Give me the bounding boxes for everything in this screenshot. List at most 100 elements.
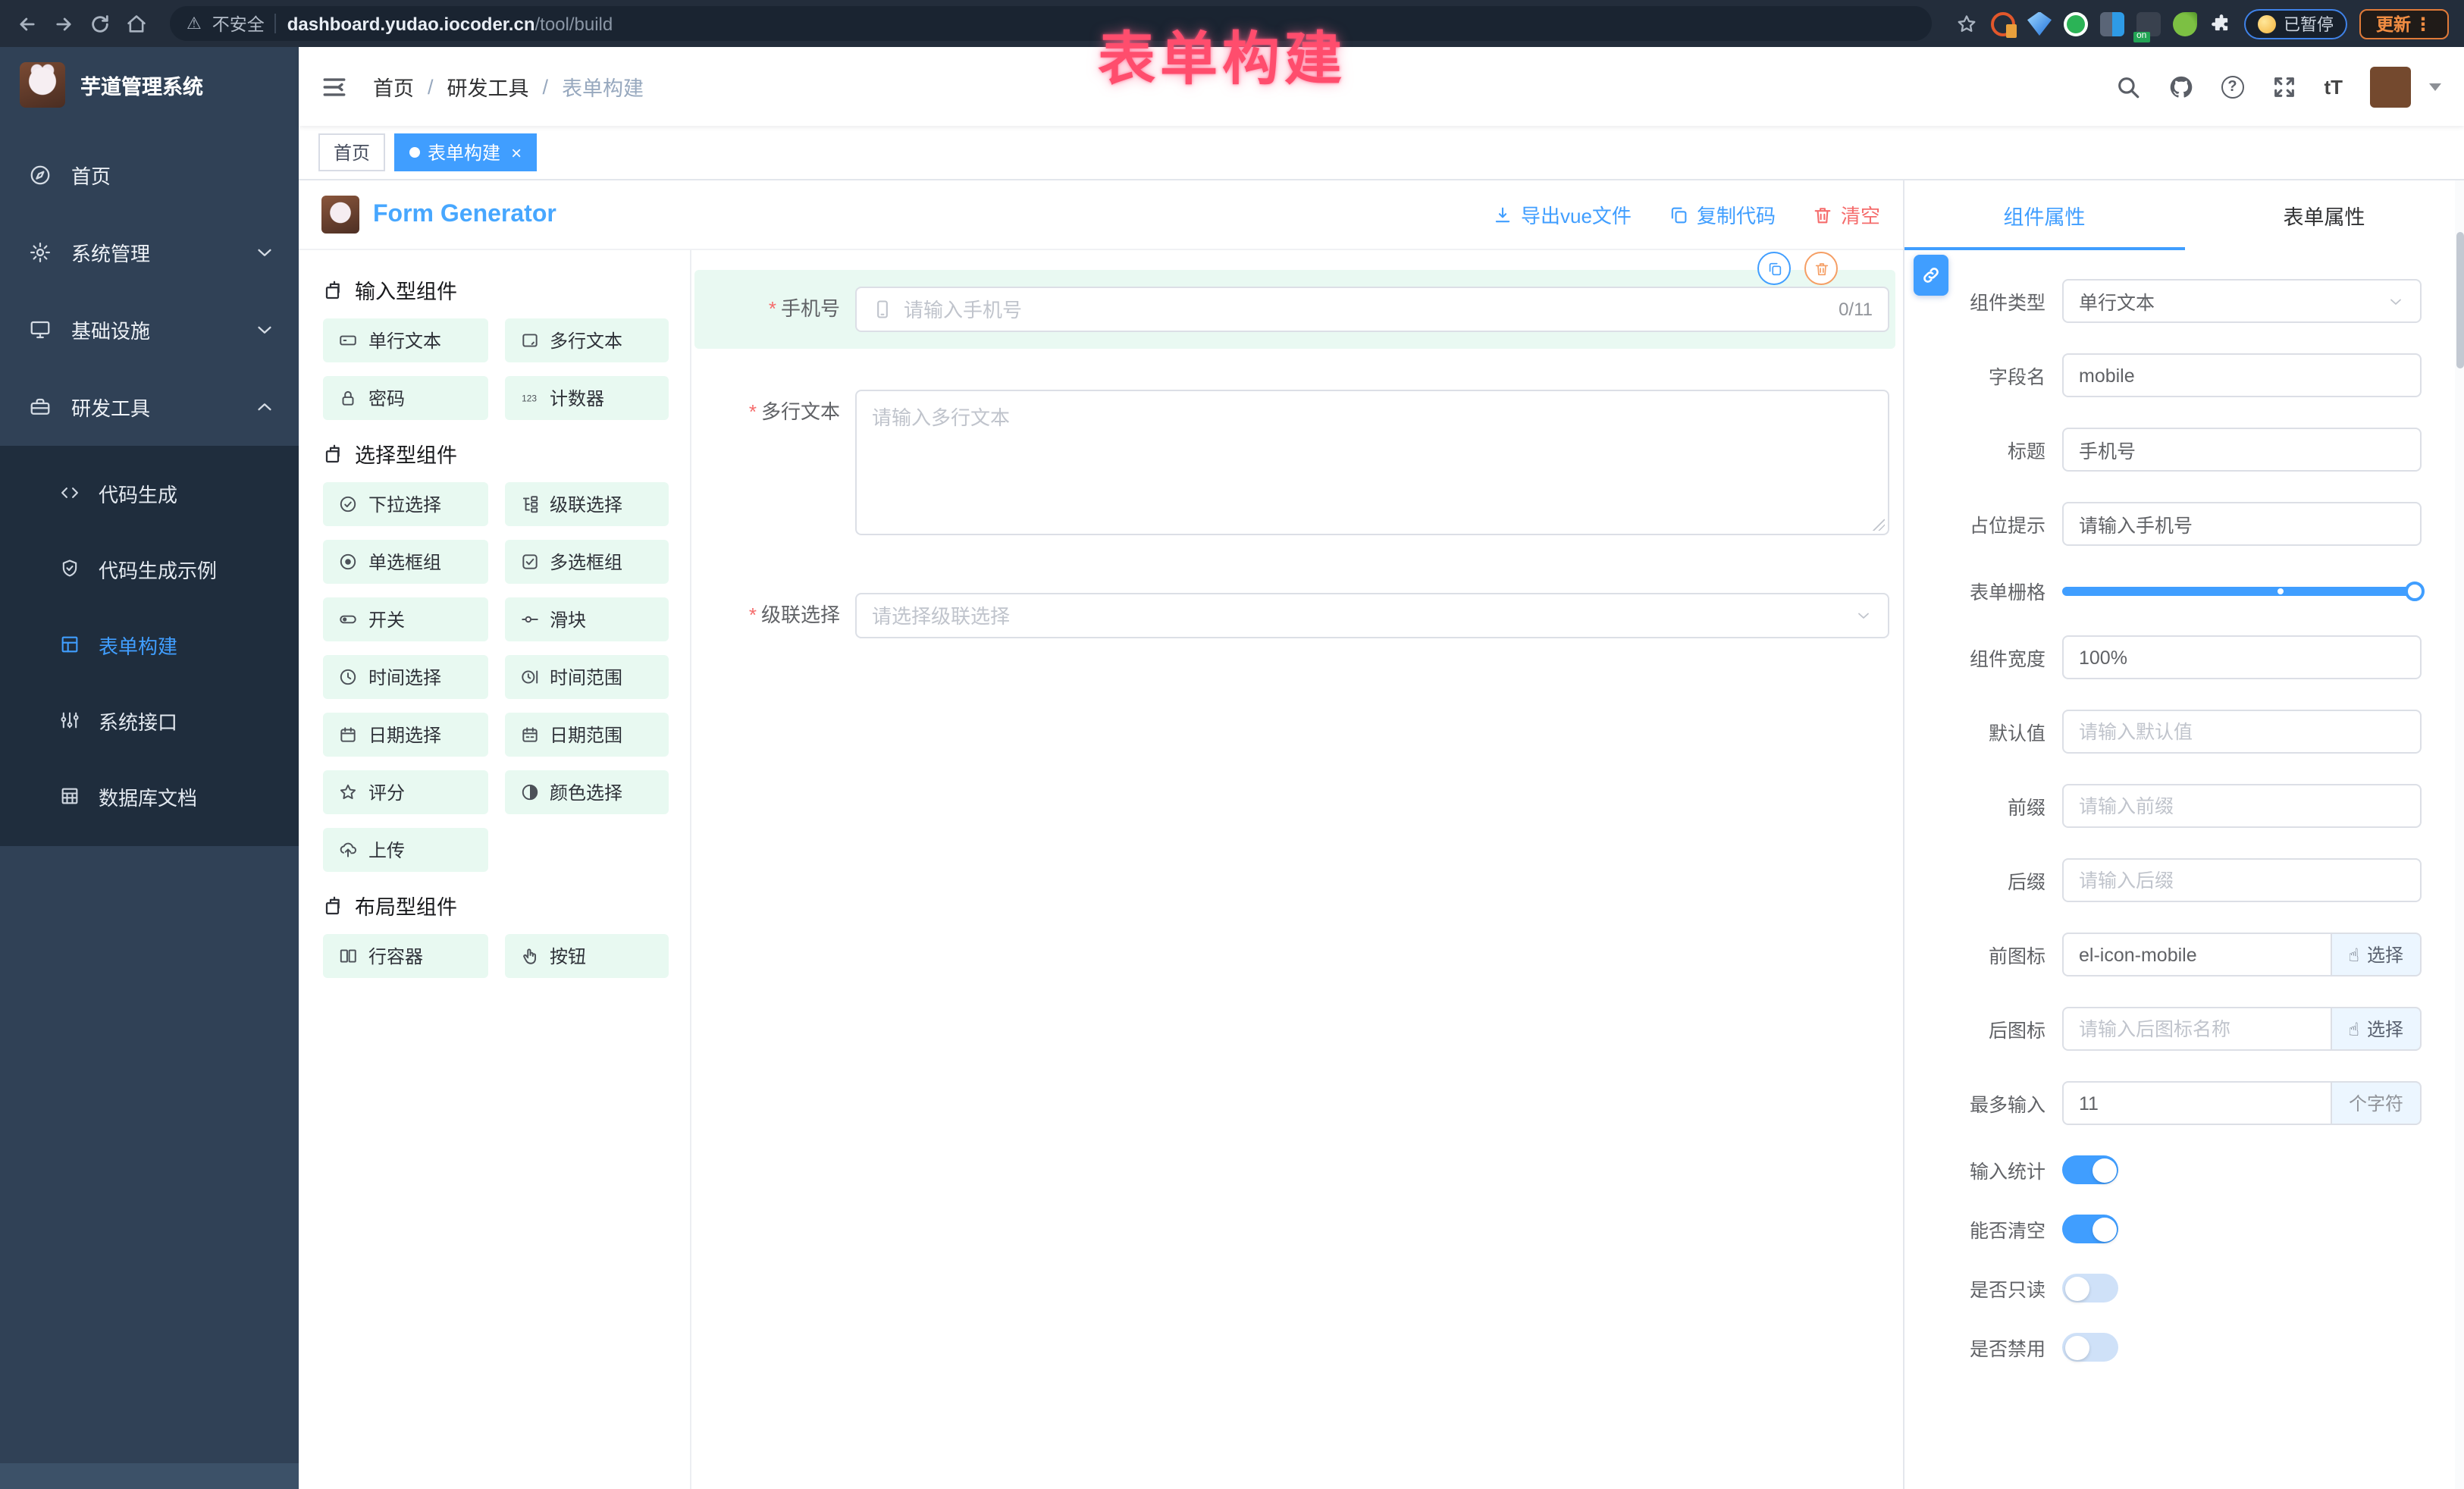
extensions-puzzle-icon[interactable]: [2209, 12, 2232, 35]
form-field-row[interactable]: *多行文本: [694, 373, 1895, 552]
home-icon[interactable]: [124, 12, 147, 35]
cascader-select[interactable]: [855, 593, 1889, 638]
palette-item[interactable]: 按钮: [504, 934, 669, 978]
property-input-value[interactable]: [2079, 647, 2405, 668]
property-input-value[interactable]: [2079, 365, 2405, 386]
palette-item[interactable]: 多行文本: [504, 318, 669, 362]
palette-item[interactable]: 下拉选择: [323, 482, 487, 526]
fullscreen-icon[interactable]: [2271, 74, 2296, 99]
security-warning-icon[interactable]: ⚠: [187, 14, 202, 33]
forward-icon[interactable]: [52, 12, 74, 35]
sidebar-item-3[interactable]: 研发工具: [0, 368, 299, 446]
hamburger-icon[interactable]: [321, 74, 347, 99]
icon-select-button[interactable]: ☝选择: [2331, 1007, 2422, 1051]
resize-grip-icon[interactable]: [1873, 519, 1885, 531]
github-icon[interactable]: [2168, 74, 2193, 99]
scrollbar-thumb[interactable]: [2456, 232, 2463, 368]
extension-orange-icon[interactable]: [1991, 11, 2015, 36]
palette-item[interactable]: 日期选择: [323, 713, 487, 757]
user-avatar[interactable]: [2370, 66, 2411, 107]
field-select-input[interactable]: [872, 604, 1844, 627]
property-input-value[interactable]: [2079, 795, 2405, 817]
reload-icon[interactable]: [88, 12, 111, 35]
palette-item[interactable]: 颜色选择: [504, 770, 669, 814]
extension-leaf-icon[interactable]: [2173, 11, 2197, 36]
extension-gem-icon[interactable]: [2027, 11, 2052, 36]
palette-item[interactable]: 时间选择: [323, 655, 487, 699]
action-export-vue[interactable]: 导出vue文件: [1492, 200, 1632, 229]
property-input-value[interactable]: [2079, 513, 2405, 534]
palette-item[interactable]: 时间范围: [504, 655, 669, 699]
breadcrumb-dev-tools[interactable]: 研发工具: [447, 71, 529, 102]
help-icon[interactable]: ?: [2221, 75, 2243, 98]
property-input[interactable]: [2062, 635, 2422, 679]
breadcrumb-home[interactable]: 首页: [373, 71, 414, 102]
sidebar-collapse-bar[interactable]: [0, 1463, 299, 1489]
sidebar-subitem-0[interactable]: 代码生成: [0, 455, 299, 531]
sidebar-item-1[interactable]: 系统管理: [0, 214, 299, 291]
sidebar-item-2[interactable]: 基础设施: [0, 291, 299, 368]
textarea-input[interactable]: [855, 390, 1889, 535]
address-bar[interactable]: ⚠ 不安全 dashboard.yudao.iocoder.cn/tool/bu…: [170, 6, 1932, 41]
field-delete-button[interactable]: [1804, 252, 1838, 285]
inspector-tab-form[interactable]: 表单属性: [2184, 180, 2464, 250]
property-input-value[interactable]: [2079, 439, 2405, 460]
sidebar-subitem-1[interactable]: 代码生成示例: [0, 531, 299, 607]
property-input-value[interactable]: [2079, 870, 2405, 891]
form-field-row[interactable]: *手机号0/11: [694, 270, 1895, 349]
property-input[interactable]: [2062, 933, 2331, 976]
tag-1[interactable]: 表单构建×: [394, 133, 537, 171]
search-icon[interactable]: [2114, 74, 2140, 99]
action-clear[interactable]: 清空: [1812, 200, 1880, 229]
field-textarea[interactable]: [855, 390, 1889, 535]
property-input[interactable]: [2062, 1081, 2332, 1125]
palette-item[interactable]: 级联选择: [504, 482, 669, 526]
property-input[interactable]: [2062, 353, 2422, 397]
palette-item[interactable]: 单行文本: [323, 318, 487, 362]
field-input[interactable]: [904, 298, 1828, 321]
text-input[interactable]: 0/11: [855, 287, 1889, 332]
palette-item[interactable]: 评分: [323, 770, 487, 814]
property-input-value[interactable]: [2079, 944, 2315, 965]
palette-item[interactable]: 开关: [323, 597, 487, 641]
avatar-caret-icon[interactable]: [2429, 83, 2441, 90]
code-drawer-link-button[interactable]: [1914, 255, 1948, 296]
property-select-value[interactable]: [2079, 290, 2378, 312]
property-input[interactable]: [2062, 502, 2422, 546]
back-icon[interactable]: [15, 12, 38, 35]
palette-item[interactable]: 单选框组: [323, 540, 487, 584]
palette-item[interactable]: 日期范围: [504, 713, 669, 757]
grid-span-slider[interactable]: [2062, 586, 2414, 595]
property-input-value[interactable]: [2079, 1092, 2315, 1114]
property-input-value[interactable]: [2079, 1018, 2315, 1039]
property-input-value[interactable]: [2079, 721, 2405, 742]
toggle-switch[interactable]: [2062, 1215, 2118, 1243]
property-select[interactable]: [2062, 279, 2422, 323]
browser-menu-icon[interactable]: ⋮: [2414, 13, 2432, 34]
palette-item[interactable]: 行容器: [323, 934, 487, 978]
property-input[interactable]: [2062, 428, 2422, 472]
sidebar-logo-row[interactable]: 芋道管理系统: [0, 47, 299, 123]
browser-update-button[interactable]: 更新⋮: [2359, 8, 2449, 39]
tag-close-icon[interactable]: ×: [511, 143, 522, 161]
palette-item[interactable]: 上传: [323, 828, 487, 872]
field-copy-button[interactable]: [1757, 252, 1791, 285]
profile-paused-badge[interactable]: 已暂停: [2244, 8, 2347, 39]
palette-item[interactable]: 滑块: [504, 597, 669, 641]
slider-handle[interactable]: [2405, 581, 2425, 600]
scrollbar[interactable]: [2455, 180, 2464, 1489]
extension-green-icon[interactable]: [2064, 11, 2088, 36]
toggle-switch[interactable]: [2062, 1333, 2118, 1362]
palette-item[interactable]: 密码: [323, 376, 487, 420]
sidebar-subitem-4[interactable]: 数据库文档: [0, 758, 299, 834]
icon-select-button[interactable]: ☝选择: [2331, 933, 2422, 976]
palette-item[interactable]: 123计数器: [504, 376, 669, 420]
toggle-switch[interactable]: [2062, 1155, 2118, 1184]
inspector-tab-component[interactable]: 组件属性: [1904, 180, 2184, 250]
sidebar-item-0[interactable]: 首页: [0, 136, 299, 214]
toggle-switch[interactable]: [2062, 1274, 2118, 1302]
property-input[interactable]: [2062, 784, 2422, 828]
tag-0[interactable]: 首页: [318, 133, 385, 171]
palette-item[interactable]: 多选框组: [504, 540, 669, 584]
property-input[interactable]: [2062, 858, 2422, 902]
